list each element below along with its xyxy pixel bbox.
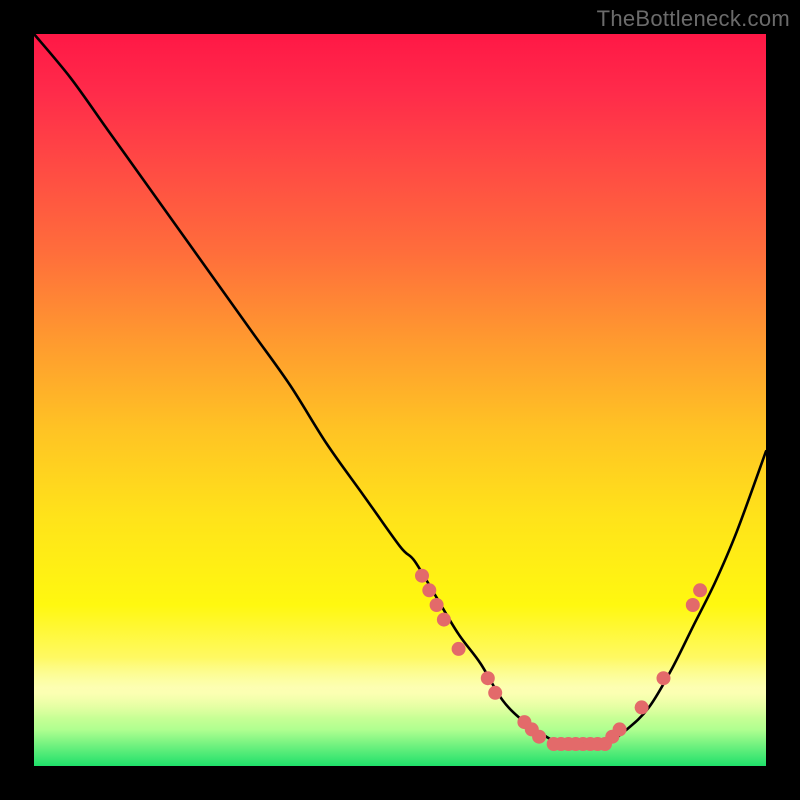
curve-marker [488, 686, 502, 700]
plot-area [34, 34, 766, 766]
curve-marker [437, 613, 451, 627]
curve-marker [422, 583, 436, 597]
curve-markers [415, 569, 707, 751]
curve-marker [693, 583, 707, 597]
curve-marker [415, 569, 429, 583]
chart-svg [34, 34, 766, 766]
bottleneck-curve [34, 34, 766, 745]
curve-marker [532, 730, 546, 744]
watermark-text: TheBottleneck.com [597, 6, 790, 32]
curve-marker [481, 671, 495, 685]
curve-marker [613, 722, 627, 736]
curve-marker [657, 671, 671, 685]
curve-marker [430, 598, 444, 612]
curve-marker [686, 598, 700, 612]
curve-marker [635, 700, 649, 714]
chart-frame: TheBottleneck.com [0, 0, 800, 800]
curve-marker [452, 642, 466, 656]
